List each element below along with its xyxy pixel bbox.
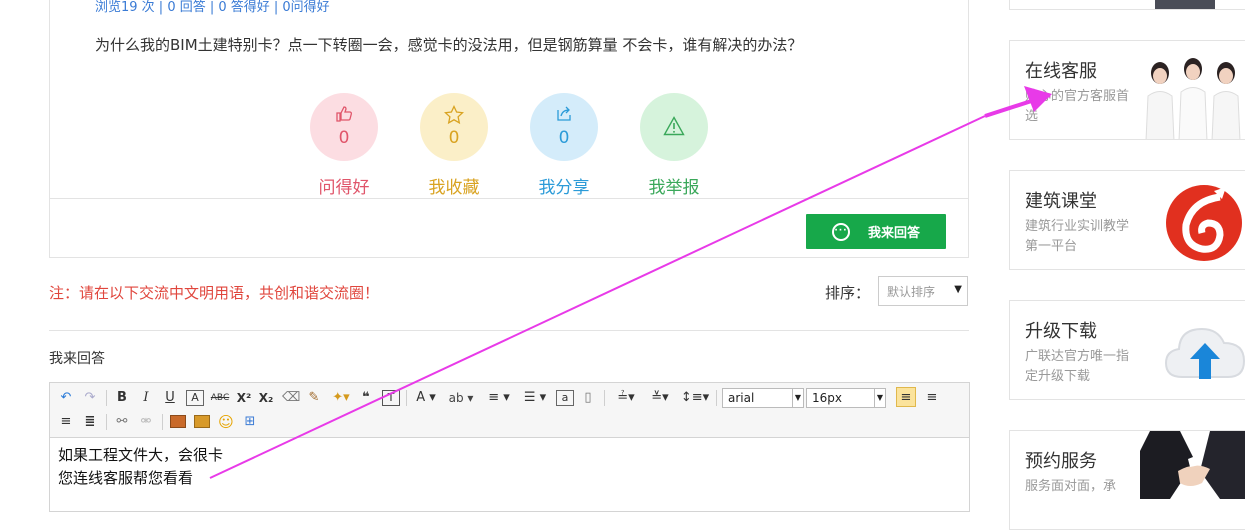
- staff-photo: [1155, 0, 1215, 9]
- civility-notice: 注：请在以下交流中文明用语，共创和谐交流圈！: [49, 284, 380, 302]
- sort-value: 默认排序: [887, 284, 936, 299]
- cloud-upload-icon: [1164, 327, 1245, 379]
- highlight-color-icon[interactable]: ab ▾: [446, 389, 476, 407]
- sidebar-card-online-service[interactable]: 在线客服 贴心的官方客服首选: [1009, 40, 1245, 140]
- report-label[interactable]: 我举报: [624, 173, 724, 198]
- toolbar-separator: [106, 414, 107, 430]
- like-label[interactable]: 问得好: [294, 173, 394, 198]
- font-family-value: arial: [728, 391, 755, 405]
- section-divider: [49, 330, 969, 331]
- sidebar-card-title: 建筑课堂: [1025, 191, 1097, 212]
- handshake-image: [1140, 431, 1245, 499]
- font-family-select[interactable]: arial ▼: [722, 388, 804, 408]
- report-button[interactable]: [640, 93, 708, 161]
- customer-service-staff-image: [1145, 58, 1241, 139]
- superscript-icon[interactable]: X²: [236, 389, 252, 407]
- toolbar-separator: [604, 390, 605, 406]
- font-size-value: 16px: [812, 391, 842, 405]
- dropdown-arrow-icon: ▼: [792, 389, 803, 407]
- sidebar-card-title: 预约服务: [1025, 451, 1097, 472]
- undo-icon[interactable]: ↶: [58, 389, 74, 407]
- image-icon[interactable]: [170, 415, 186, 428]
- answer-button[interactable]: ··· 我来回答: [806, 214, 946, 249]
- insert-frame-icon[interactable]: a: [556, 390, 574, 406]
- sidebar-card-desc: 建筑行业实训教学第一平台: [1025, 219, 1130, 254]
- reply-section-title: 我来回答: [49, 351, 105, 367]
- favorite-label[interactable]: 我收藏: [404, 173, 504, 198]
- format-painter-icon[interactable]: ✎: [306, 389, 322, 407]
- redo-icon[interactable]: ↷: [82, 389, 98, 407]
- strikethrough-icon[interactable]: ABC: [210, 389, 230, 407]
- line-height-icon[interactable]: ↕≡▾: [680, 389, 710, 407]
- ordered-list-icon[interactable]: ≡ ▾: [484, 389, 514, 407]
- star-icon: [443, 104, 465, 127]
- emoji-icon[interactable]: ☺: [218, 413, 234, 431]
- sidebar-card-desc: 服务面对面，承: [1025, 479, 1117, 494]
- unordered-list-icon[interactable]: ☰ ▾: [520, 389, 550, 407]
- share-button[interactable]: 0: [530, 93, 598, 161]
- toolbar-separator: [716, 390, 717, 406]
- font-border-icon[interactable]: A: [186, 390, 204, 406]
- toolbar-separator: [162, 414, 163, 430]
- eraser-icon[interactable]: ⌫: [282, 389, 300, 407]
- scrawl-icon[interactable]: ⊞: [242, 413, 258, 431]
- sidebar-card-download[interactable]: 升级下载 广联达官方唯一指定升级下载: [1009, 300, 1245, 400]
- question-stats: 浏览19 次 | 0 回答 | 0 答得好 | 0问得好: [95, 0, 330, 15]
- share-icon: [555, 105, 573, 127]
- classroom-logo-icon: [1166, 185, 1242, 261]
- sidebar-card-classroom[interactable]: 建筑课堂 建筑行业实训教学第一平台: [1009, 170, 1245, 270]
- answer-button-label: 我来回答: [867, 226, 920, 241]
- bold-icon[interactable]: B: [114, 389, 130, 407]
- dropdown-arrow-icon: ▼: [874, 389, 885, 407]
- unlink-icon[interactable]: ⚮: [138, 413, 154, 431]
- warning-icon: [663, 116, 685, 138]
- align-center-icon[interactable]: ≡: [924, 389, 940, 407]
- multi-image-icon[interactable]: [194, 415, 210, 428]
- sidebar-card-desc: 广联达官方唯一指定升级下载: [1025, 349, 1130, 384]
- toolbar-separator: [106, 390, 107, 406]
- sidebar-card-appointment[interactable]: 预约服务 服务面对面，承: [1009, 430, 1245, 530]
- font-color-icon[interactable]: A ▾: [414, 389, 438, 407]
- share-label[interactable]: 我分享: [514, 173, 614, 198]
- editor-line: 您连线客服帮您看看: [58, 469, 194, 487]
- chat-bubble-icon: ···: [831, 222, 850, 241]
- sort-select[interactable]: 默认排序 ▼: [878, 276, 968, 306]
- sidebar-card-title: 在线客服: [1025, 61, 1097, 82]
- card-divider: [49, 198, 969, 199]
- sidebar-card-top[interactable]: [1009, 0, 1245, 10]
- justify-icon[interactable]: ≣: [82, 413, 98, 431]
- italic-icon[interactable]: I: [138, 389, 154, 407]
- editor-content[interactable]: 如果工程文件大，会很卡 您连线客服帮您看看: [58, 444, 223, 490]
- underline-icon[interactable]: U: [162, 389, 178, 407]
- align-right-icon[interactable]: ≡: [58, 413, 74, 431]
- document-icon[interactable]: ▯: [580, 389, 596, 407]
- auto-format-icon[interactable]: ✦▾: [330, 389, 352, 407]
- sidebar-card-title: 升级下载: [1025, 321, 1097, 342]
- align-left-icon[interactable]: ≡: [896, 387, 916, 407]
- sidebar-card-desc: 贴心的官方客服首选: [1025, 89, 1130, 124]
- question-text: 为什么我的BIM土建特别卡？点一下转圈一会，感觉卡的没法用，但是钢筋算量 不会卡…: [95, 36, 803, 54]
- blockquote-icon[interactable]: ❝: [358, 389, 374, 407]
- paste-plain-icon[interactable]: T: [382, 390, 400, 406]
- font-size-select[interactable]: 16px ▼: [806, 388, 886, 408]
- editor-line: 如果工程文件大，会很卡: [58, 446, 224, 464]
- favorite-count: 0: [448, 128, 460, 148]
- like-button[interactable]: 0: [310, 93, 378, 161]
- thumbs-up-icon: [335, 105, 353, 127]
- like-count: 0: [338, 128, 350, 148]
- row-spacing-bottom-icon[interactable]: ≚▾: [646, 389, 674, 407]
- subscript-icon[interactable]: X₂: [258, 389, 274, 407]
- share-count: 0: [558, 128, 570, 148]
- editor-toolbar: ↶ ↷ B I U A ABC X² X₂ ⌫ ✎ ✦▾ ❝ T A ▾ ab …: [50, 383, 969, 438]
- sort-label: 排序：: [825, 284, 871, 302]
- link-icon[interactable]: ⚯: [114, 413, 130, 431]
- toolbar-separator: [406, 390, 407, 406]
- row-spacing-top-icon[interactable]: ≟▾: [612, 389, 640, 407]
- dropdown-arrow-icon: ▼: [954, 284, 962, 295]
- favorite-button[interactable]: 0: [420, 93, 488, 161]
